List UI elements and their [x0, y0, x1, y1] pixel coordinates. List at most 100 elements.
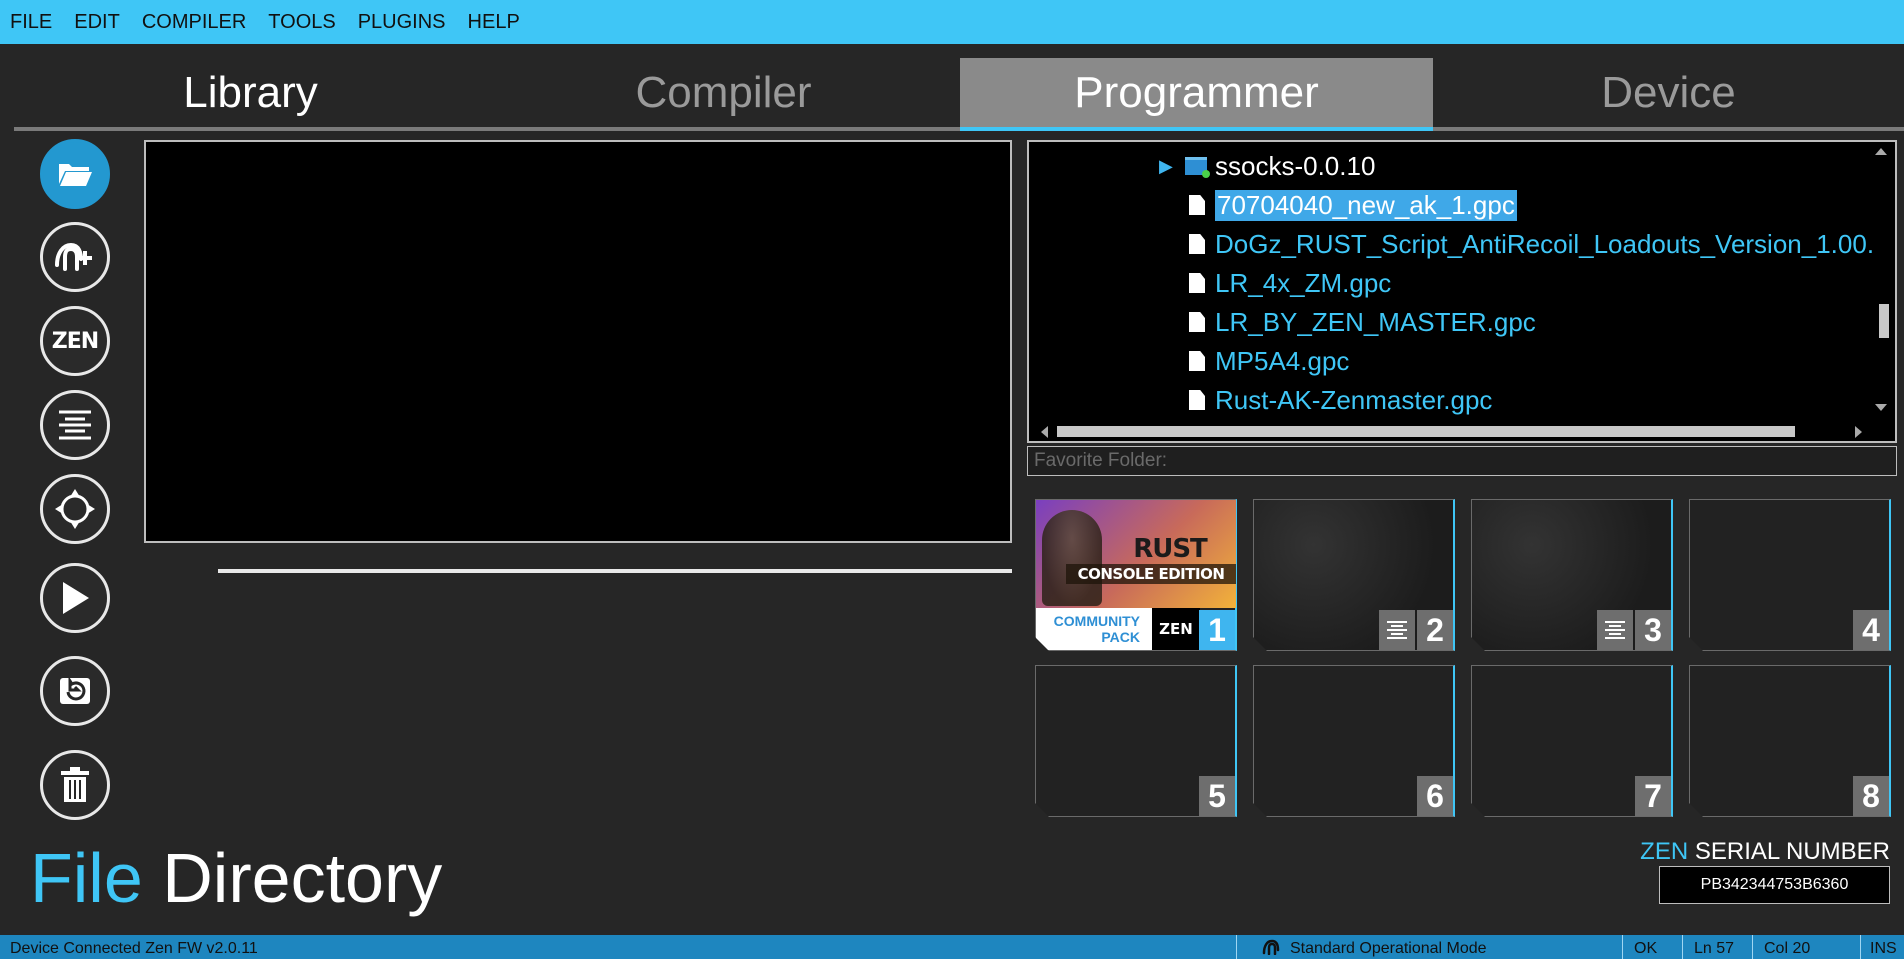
file-icon: [1189, 234, 1205, 254]
new-script-button[interactable]: [40, 222, 110, 292]
main-tabs: Library Compiler Programmer Device: [14, 58, 1904, 131]
title-file: File: [30, 839, 143, 917]
soldier-figure: [1042, 510, 1102, 606]
tab-library[interactable]: Library: [14, 58, 487, 127]
vertical-scrollbar-thumb[interactable]: [1879, 304, 1889, 338]
status-col: Col 20: [1764, 940, 1811, 957]
status-mode: Standard Operational Mode: [1290, 940, 1487, 957]
status-device: Device Connected Zen FW v2.0.11: [10, 940, 258, 957]
file-name: DoGz_RUST_Script_AntiRecoil_Loadouts_Ver…: [1215, 228, 1875, 259]
status-ins: INS: [1870, 940, 1897, 957]
status-divider: [1236, 935, 1237, 959]
status-divider: [1682, 935, 1683, 959]
file-name: LR_BY_ZEN_MASTER.gpc: [1215, 306, 1536, 337]
expand-arrow-icon[interactable]: ▶: [1159, 156, 1185, 177]
zen-icon: ZEN: [51, 328, 99, 354]
file-icon: [1189, 390, 1205, 410]
slot-6[interactable]: 6: [1253, 665, 1455, 817]
slot-number: 6: [1417, 776, 1453, 816]
file-icon: [1189, 195, 1205, 215]
zen-badge: ZEN: [1152, 608, 1200, 650]
open-folder-button[interactable]: [40, 139, 110, 209]
slot-number: 2: [1417, 610, 1453, 650]
slot-8[interactable]: 8: [1689, 665, 1891, 817]
script-icon: [1597, 610, 1633, 650]
tree-file-row[interactable]: 70704040_new_ak_1.gpc: [1189, 187, 1517, 223]
slot-5[interactable]: 5: [1035, 665, 1237, 817]
folder-icon: [1185, 157, 1210, 178]
slot-3[interactable]: 3: [1471, 499, 1673, 651]
favorite-folder-field[interactable]: Favorite Folder:: [1027, 446, 1897, 476]
slot-1[interactable]: RUST CONSOLE EDITION COMMUNITY PACK ZEN …: [1035, 499, 1237, 651]
rust-cover-art: RUST CONSOLE EDITION: [1036, 500, 1236, 608]
status-ok: OK: [1634, 940, 1658, 957]
align-icon: [57, 409, 93, 441]
serial-text: SERIAL NUMBER: [1694, 838, 1890, 865]
target-button[interactable]: [40, 474, 110, 544]
file-name: Rust-AK-Zenmaster.gpc: [1215, 384, 1493, 415]
slot-number: 8: [1853, 776, 1889, 816]
menu-compiler[interactable]: COMPILER: [131, 11, 257, 34]
slot-number: 4: [1853, 610, 1889, 650]
menu-plugins[interactable]: PLUGINS: [347, 11, 457, 34]
restore-icon: [58, 676, 92, 706]
community-pack-label: COMMUNITY PACK: [1036, 608, 1152, 650]
file-tree[interactable]: ▶ ssocks-0.0.10 70704040_new_ak_1.gpc Do…: [1027, 140, 1897, 443]
status-divider: [1860, 935, 1861, 959]
tree-folder-row[interactable]: ▶ ssocks-0.0.10: [1159, 148, 1375, 184]
serial-number-label: ZEN SERIAL NUMBER: [1640, 838, 1890, 866]
scroll-left-arrow[interactable]: [1041, 426, 1048, 438]
slot-7[interactable]: 7: [1471, 665, 1673, 817]
title-directory: Directory: [162, 839, 443, 917]
tree-file-row[interactable]: Rust-AK-Zenmaster.gpc: [1189, 382, 1492, 418]
file-icon: [1189, 312, 1205, 332]
trash-icon: [60, 767, 90, 803]
tab-compiler[interactable]: Compiler: [487, 58, 960, 127]
menu-bar: FILE EDIT COMPILER TOOLS PLUGINS HELP: [0, 0, 1904, 44]
file-icon: [1189, 273, 1205, 293]
play-icon: [59, 580, 91, 616]
scroll-right-arrow[interactable]: [1855, 426, 1862, 438]
scroll-up-arrow[interactable]: [1875, 148, 1887, 155]
menu-help[interactable]: HELP: [457, 11, 531, 34]
tab-device[interactable]: Device: [1433, 58, 1904, 127]
slot-number: 5: [1199, 776, 1235, 816]
serial-zen: ZEN: [1640, 838, 1689, 865]
slot-number: 3: [1635, 610, 1671, 650]
file-icon: [1189, 351, 1205, 371]
rust-title: RUST: [1133, 534, 1207, 564]
horizontal-scrollbar-thumb[interactable]: [1057, 426, 1795, 437]
restore-button[interactable]: [40, 656, 110, 726]
menu-edit[interactable]: EDIT: [63, 11, 131, 34]
status-divider: [1752, 935, 1753, 959]
menu-tools[interactable]: TOOLS: [257, 11, 346, 34]
scroll-down-arrow[interactable]: [1875, 404, 1887, 411]
tree-file-row[interactable]: LR_BY_ZEN_MASTER.gpc: [1189, 304, 1536, 340]
slot-number: 7: [1635, 776, 1671, 816]
cm-logo-icon: [1262, 939, 1282, 959]
new-script-icon: [53, 239, 97, 275]
status-divider: [1622, 935, 1623, 959]
status-bar: Device Connected Zen FW v2.0.11 Standard…: [0, 935, 1904, 959]
file-name: MP5A4.gpc: [1215, 345, 1350, 376]
tree-file-row[interactable]: DoGz_RUST_Script_AntiRecoil_Loadouts_Ver…: [1189, 226, 1874, 262]
script-preview[interactable]: [144, 140, 1012, 543]
target-icon: [53, 487, 97, 531]
align-button[interactable]: [40, 390, 110, 460]
tree-file-row[interactable]: LR_4x_ZM.gpc: [1189, 265, 1391, 301]
rust-subtitle: CONSOLE EDITION: [1066, 564, 1236, 584]
slot-4[interactable]: 4: [1689, 499, 1891, 651]
slot-2[interactable]: 2: [1253, 499, 1455, 651]
delete-button[interactable]: [40, 750, 110, 820]
status-mode-group: Standard Operational Mode: [1256, 935, 1493, 959]
menu-file[interactable]: FILE: [0, 11, 63, 34]
tab-programmer[interactable]: Programmer: [960, 58, 1433, 131]
run-button[interactable]: [40, 563, 110, 633]
serial-number-value: PB342344753B6360: [1659, 866, 1890, 904]
open-folder-icon: [57, 160, 93, 188]
script-icon: [1379, 610, 1415, 650]
tree-file-row[interactable]: MP5A4.gpc: [1189, 343, 1349, 379]
zen-button[interactable]: ZEN: [40, 306, 110, 376]
status-line: Ln 57: [1694, 940, 1735, 957]
file-name: LR_4x_ZM.gpc: [1215, 267, 1392, 298]
